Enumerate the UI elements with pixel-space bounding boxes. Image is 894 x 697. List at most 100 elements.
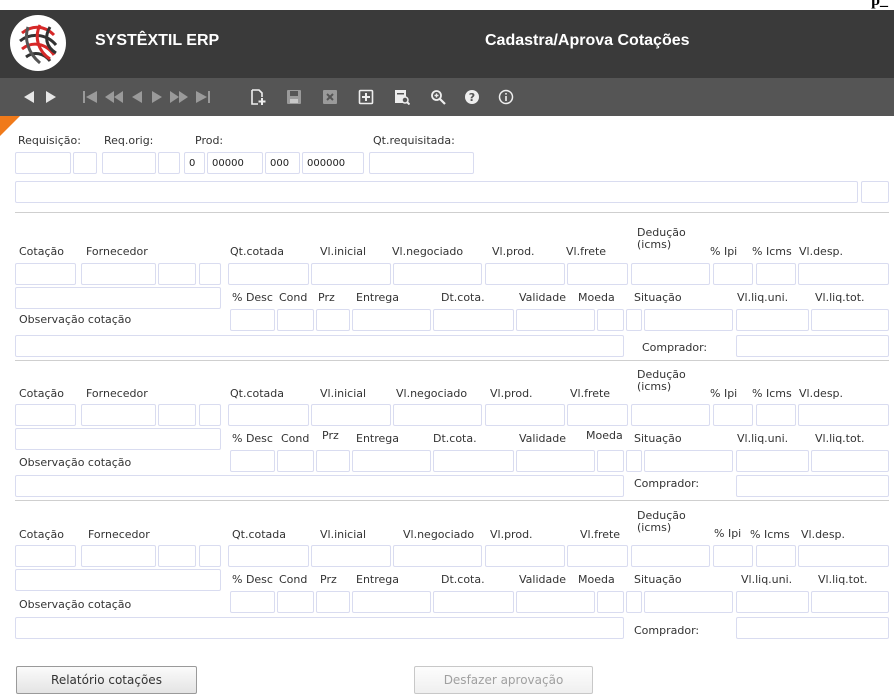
- pct-icms-input[interactable]: [756, 404, 796, 426]
- vl-prod-input[interactable]: [485, 404, 565, 426]
- situacao-input[interactable]: [644, 450, 733, 472]
- desfazer-aprovacao-button[interactable]: Desfazer aprovação: [414, 666, 593, 694]
- deducao-icms-input[interactable]: [631, 545, 710, 567]
- vl-liq-tot-input[interactable]: [811, 450, 889, 472]
- vl-prod-input[interactable]: [485, 545, 565, 567]
- observacao-input[interactable]: [15, 475, 624, 497]
- prod-grupo-input[interactable]: 00000: [207, 152, 263, 174]
- cond-input[interactable]: [277, 591, 314, 613]
- qt-cotada-input[interactable]: [228, 263, 309, 285]
- vl-inicial-input[interactable]: [311, 263, 391, 285]
- fornecedor-cnpj3-input[interactable]: [199, 545, 221, 567]
- comprador-input[interactable]: [736, 617, 889, 639]
- fornecedor-cnpj1-input[interactable]: [81, 404, 156, 426]
- vl-desp-input[interactable]: [798, 545, 889, 567]
- vl-negociado-input[interactable]: [393, 263, 482, 285]
- vl-frete-input[interactable]: [567, 404, 628, 426]
- validade-input[interactable]: [516, 591, 595, 613]
- vl-desp-input[interactable]: [798, 263, 889, 285]
- fornecedor-cnpj2-input[interactable]: [158, 545, 196, 567]
- cond-input[interactable]: [277, 450, 314, 472]
- deducao-icms-input[interactable]: [631, 263, 710, 285]
- situacao-input[interactable]: [644, 309, 733, 331]
- pct-desc-input[interactable]: [230, 591, 275, 613]
- pct-ipi-input[interactable]: [713, 404, 753, 426]
- save-icon[interactable]: [284, 87, 304, 107]
- deducao-icms-input[interactable]: [631, 404, 710, 426]
- req-orig-seq-input[interactable]: [158, 152, 180, 174]
- dt-cota-input[interactable]: [433, 450, 514, 472]
- cotacao-input[interactable]: [15, 404, 76, 426]
- entrega-input[interactable]: [352, 309, 431, 331]
- cotacao-input[interactable]: [15, 545, 76, 567]
- req-orig-input[interactable]: [102, 152, 156, 174]
- fornecedor-cnpj1-input[interactable]: [81, 545, 156, 567]
- prod-subgrupo-input[interactable]: 000: [265, 152, 300, 174]
- fast-forward-icon[interactable]: [168, 87, 190, 107]
- situacao-input[interactable]: [644, 591, 733, 613]
- comprador-input[interactable]: [736, 335, 889, 357]
- vl-inicial-input[interactable]: [311, 404, 391, 426]
- last-record-icon[interactable]: [193, 87, 213, 107]
- comprador-input[interactable]: [736, 475, 889, 497]
- vl-frete-input[interactable]: [567, 263, 628, 285]
- vl-liq-uni-input[interactable]: [736, 450, 809, 472]
- requisicao-input[interactable]: [15, 152, 71, 174]
- validade-input[interactable]: [516, 309, 595, 331]
- fornecedor-cnpj3-input[interactable]: [199, 404, 221, 426]
- prod-item-input[interactable]: 000000: [302, 152, 364, 174]
- qt-cotada-input[interactable]: [228, 404, 309, 426]
- vl-liq-tot-input[interactable]: [811, 591, 889, 613]
- situacao-code-input[interactable]: [626, 309, 642, 331]
- vl-desp-input[interactable]: [798, 404, 889, 426]
- delete-icon[interactable]: [320, 87, 340, 107]
- vl-liq-uni-input[interactable]: [736, 309, 809, 331]
- pct-ipi-input[interactable]: [713, 545, 753, 567]
- search-record-icon[interactable]: [392, 87, 412, 107]
- relatorio-cotacoes-button[interactable]: Relatório cotações: [16, 666, 197, 694]
- fornecedor-cnpj2-input[interactable]: [158, 263, 196, 285]
- moeda-input[interactable]: [597, 309, 624, 331]
- new-record-icon[interactable]: [248, 87, 268, 107]
- dt-cota-input[interactable]: [433, 591, 514, 613]
- prz-input[interactable]: [316, 591, 350, 613]
- pct-icms-input[interactable]: [756, 545, 796, 567]
- add-icon[interactable]: [356, 87, 376, 107]
- pct-ipi-input[interactable]: [713, 263, 753, 285]
- dt-cota-input[interactable]: [433, 309, 514, 331]
- vl-negociado-input[interactable]: [393, 404, 482, 426]
- qt-requisitada-input[interactable]: [369, 152, 474, 174]
- vl-frete-input[interactable]: [567, 545, 628, 567]
- moeda-input[interactable]: [597, 450, 624, 472]
- observacao-input[interactable]: [15, 617, 624, 639]
- vl-inicial-input[interactable]: [311, 545, 391, 567]
- next-record-icon[interactable]: [148, 87, 166, 107]
- qt-cotada-input[interactable]: [228, 545, 309, 567]
- vl-negociado-input[interactable]: [393, 545, 482, 567]
- situacao-code-input[interactable]: [626, 450, 642, 472]
- moeda-input[interactable]: [597, 591, 624, 613]
- fornecedor-cnpj2-input[interactable]: [158, 404, 196, 426]
- requisicao-seq-input[interactable]: [73, 152, 97, 174]
- help-icon[interactable]: ?: [462, 87, 482, 107]
- entrega-input[interactable]: [352, 450, 431, 472]
- situacao-code-input[interactable]: [626, 591, 642, 613]
- vl-liq-uni-input[interactable]: [736, 591, 809, 613]
- first-record-icon[interactable]: [80, 87, 100, 107]
- pct-desc-input[interactable]: [230, 450, 275, 472]
- validade-input[interactable]: [516, 450, 595, 472]
- nav-back-icon[interactable]: [20, 87, 38, 107]
- fornecedor-cnpj3-input[interactable]: [199, 263, 221, 285]
- fornecedor-cnpj1-input[interactable]: [81, 263, 156, 285]
- pct-icms-input[interactable]: [756, 263, 796, 285]
- cotacao-input[interactable]: [15, 263, 76, 285]
- nav-forward-icon[interactable]: [42, 87, 60, 107]
- pct-desc-input[interactable]: [230, 309, 275, 331]
- prz-input[interactable]: [316, 450, 350, 472]
- info-icon[interactable]: [496, 87, 516, 107]
- prod-nivel-input[interactable]: 0: [184, 152, 205, 174]
- prz-input[interactable]: [316, 309, 350, 331]
- entrega-input[interactable]: [352, 591, 431, 613]
- vl-liq-tot-input[interactable]: [811, 309, 889, 331]
- cond-input[interactable]: [277, 309, 314, 331]
